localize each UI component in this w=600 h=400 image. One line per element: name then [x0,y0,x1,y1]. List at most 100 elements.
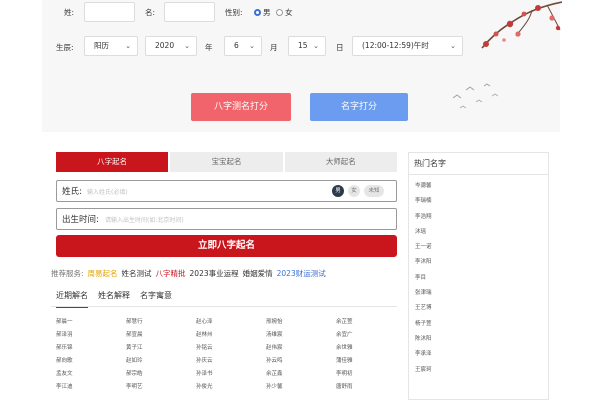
name-link[interactable]: 孟友文 [56,369,126,378]
recommend-link[interactable]: 2023财运测试 [277,268,326,279]
naming-surname-placeholder: 输入姓氏(必填) [87,189,128,196]
recommend-link[interactable]: 周易起名 [88,268,118,279]
name-link[interactable]: 孙庆云 [196,356,266,365]
day-value: 15 [298,41,308,50]
hot-name-item[interactable]: 李浩翔 [409,210,548,225]
name-link[interactable]: 郝宗皓 [126,369,196,378]
recommend-label: 推荐服务: [51,269,84,278]
divider [51,306,397,307]
gender-label: 性别: [225,8,243,17]
year-value: 2020 [155,41,175,50]
radio-unchecked-icon [276,9,283,16]
name-link[interactable]: 唐舒雨 [336,382,406,391]
recommend-services: 推荐服务: 周易起名 姓名测试 八字精批 2023事业运程 婚姻爱情 2023财… [51,268,326,279]
chevron-down-icon: ⌄ [184,42,190,50]
name-link[interactable]: 蒲佳雅 [336,356,406,365]
gender-male-radio[interactable]: 男 [254,7,271,18]
tab-master-naming[interactable]: 大师起名 [284,152,397,172]
hot-name-item[interactable]: 李沐阳 [409,255,548,270]
name-link[interactable]: 邢婉怡 [266,317,336,326]
naming-birth-label: 出生时间: [62,215,99,225]
tab-baby-naming[interactable]: 宝宝起名 [170,152,283,172]
name-link[interactable]: 黄子江 [126,343,196,352]
calendar-select[interactable]: 阳历 ⌄ [84,36,138,56]
naming-birth-field[interactable]: 出生时间: 请输入出生时间(如:北京时间) [56,208,397,230]
hot-name-item[interactable]: 李承泽 [409,347,548,362]
chevron-down-icon: ⌄ [249,42,255,50]
name-link[interactable]: 赵如玲 [126,356,196,365]
name-link[interactable]: 李江迪 [56,382,126,391]
hot-names-sidebar: 热门名字 岑骢馨 李瑞楠 李浩翔 沐瑶 王一诺 李沐阳 李目 张津瑞 王艺博 杨… [408,152,549,400]
name-link[interactable]: 赵心泽 [196,317,266,326]
name-link[interactable]: 余世雅 [336,343,406,352]
birds-decoration [452,83,499,109]
hot-name-item[interactable]: 王艺博 [409,301,548,316]
recommend-link[interactable]: 姓名测试 [122,268,152,279]
name-link[interactable]: 孙铭云 [196,343,266,352]
name-link[interactable]: 李明艺 [126,382,196,391]
naming-surname-field[interactable]: 姓氏: 输入姓氏(必填) 男 女 未知 [56,180,397,202]
sidebar-title: 热门名字 [409,153,548,175]
hour-value: (12:00-12:59)午时 [362,41,429,50]
name-input[interactable] [164,2,215,22]
month-unit: 月 [270,43,278,52]
gender-female-label: 女 [285,8,293,17]
hot-name-item[interactable]: 李瑞楠 [409,194,548,209]
naming-surname-label: 姓氏: [62,187,82,197]
name-link[interactable]: 孙俊光 [196,382,266,391]
name-link[interactable]: 郝晨一 [56,317,126,326]
gender-pill-female[interactable]: 女 [348,185,360,197]
name-link[interactable]: 余芷鑫 [266,369,336,378]
plum-blossom-decoration [481,1,562,49]
name-score-button[interactable]: 名字打分 [310,93,408,121]
surname-input[interactable] [84,2,135,22]
gender-pill-male[interactable]: 男 [332,185,344,197]
month-value: 6 [234,41,239,50]
name-link[interactable]: 孙云鸣 [266,356,336,365]
gender-pill-unknown[interactable]: 未知 [364,185,384,197]
name-label: 名: [145,8,156,17]
name-link[interactable]: 汤维宸 [266,330,336,339]
day-select[interactable]: 15 ⌄ [288,36,326,56]
name-link[interactable]: 郝慧行 [126,317,196,326]
recommend-link[interactable]: 2023事业运程 [190,268,239,279]
hot-name-item[interactable]: 陈沐阳 [409,332,548,347]
day-unit: 日 [336,43,344,52]
name-link[interactable]: 余宜广 [336,330,406,339]
gender-female-radio[interactable]: 女 [276,7,293,18]
name-link[interactable]: 孙泽书 [196,369,266,378]
start-naming-button[interactable]: 立即八字起名 [56,235,397,257]
radio-checked-icon [254,9,261,16]
hot-name-item[interactable]: 李目 [409,271,548,286]
name-link[interactable]: 郝泽羽 [56,330,126,339]
name-link[interactable]: 郝向歌 [56,356,126,365]
hot-name-item[interactable]: 王宸珂 [409,363,548,378]
hot-name-item[interactable]: 沐瑶 [409,225,548,240]
tab-bazi-naming[interactable]: 八字起名 [56,152,169,172]
name-link[interactable]: 郝宣晨 [126,330,196,339]
birth-label: 生辰: [56,43,74,52]
calendar-value: 阳历 [94,41,109,50]
hour-select[interactable]: (12:00-12:59)午时 ⌄ [352,36,463,56]
name-link[interactable]: 余芷萱 [336,317,406,326]
name-link[interactable]: 赵伟宸 [266,343,336,352]
name-link[interactable]: 李明初 [336,369,406,378]
year-select[interactable]: 2020 ⌄ [145,36,197,56]
hot-name-item[interactable]: 杨子萱 [409,317,548,332]
bazi-score-button[interactable]: 八字测名打分 [191,93,291,121]
surname-label: 姓: [64,8,75,17]
hot-name-item[interactable]: 王一诺 [409,240,548,255]
name-link[interactable]: 孙少馨 [266,382,336,391]
recent-names-grid: 郝晨一 郝慧行 赵心泽 邢婉怡 余芷萱 郝泽羽 郝宣晨 赵林州 汤维宸 余宜广 … [56,317,376,391]
gender-male-label: 男 [263,8,271,17]
month-select[interactable]: 6 ⌄ [224,36,262,56]
hot-name-item[interactable]: 岑骢馨 [409,179,548,194]
naming-birth-placeholder: 请输入出生时间(如:北京时间) [105,217,184,224]
recommend-link[interactable]: 婚姻爱情 [243,268,273,279]
year-unit: 年 [205,43,213,52]
chevron-down-icon: ⌄ [125,42,131,50]
name-link[interactable]: 赵林州 [196,330,266,339]
name-link[interactable]: 郝乐锦 [56,343,126,352]
hot-name-item[interactable]: 张津瑞 [409,286,548,301]
recommend-link[interactable]: 八字精批 [156,268,186,279]
